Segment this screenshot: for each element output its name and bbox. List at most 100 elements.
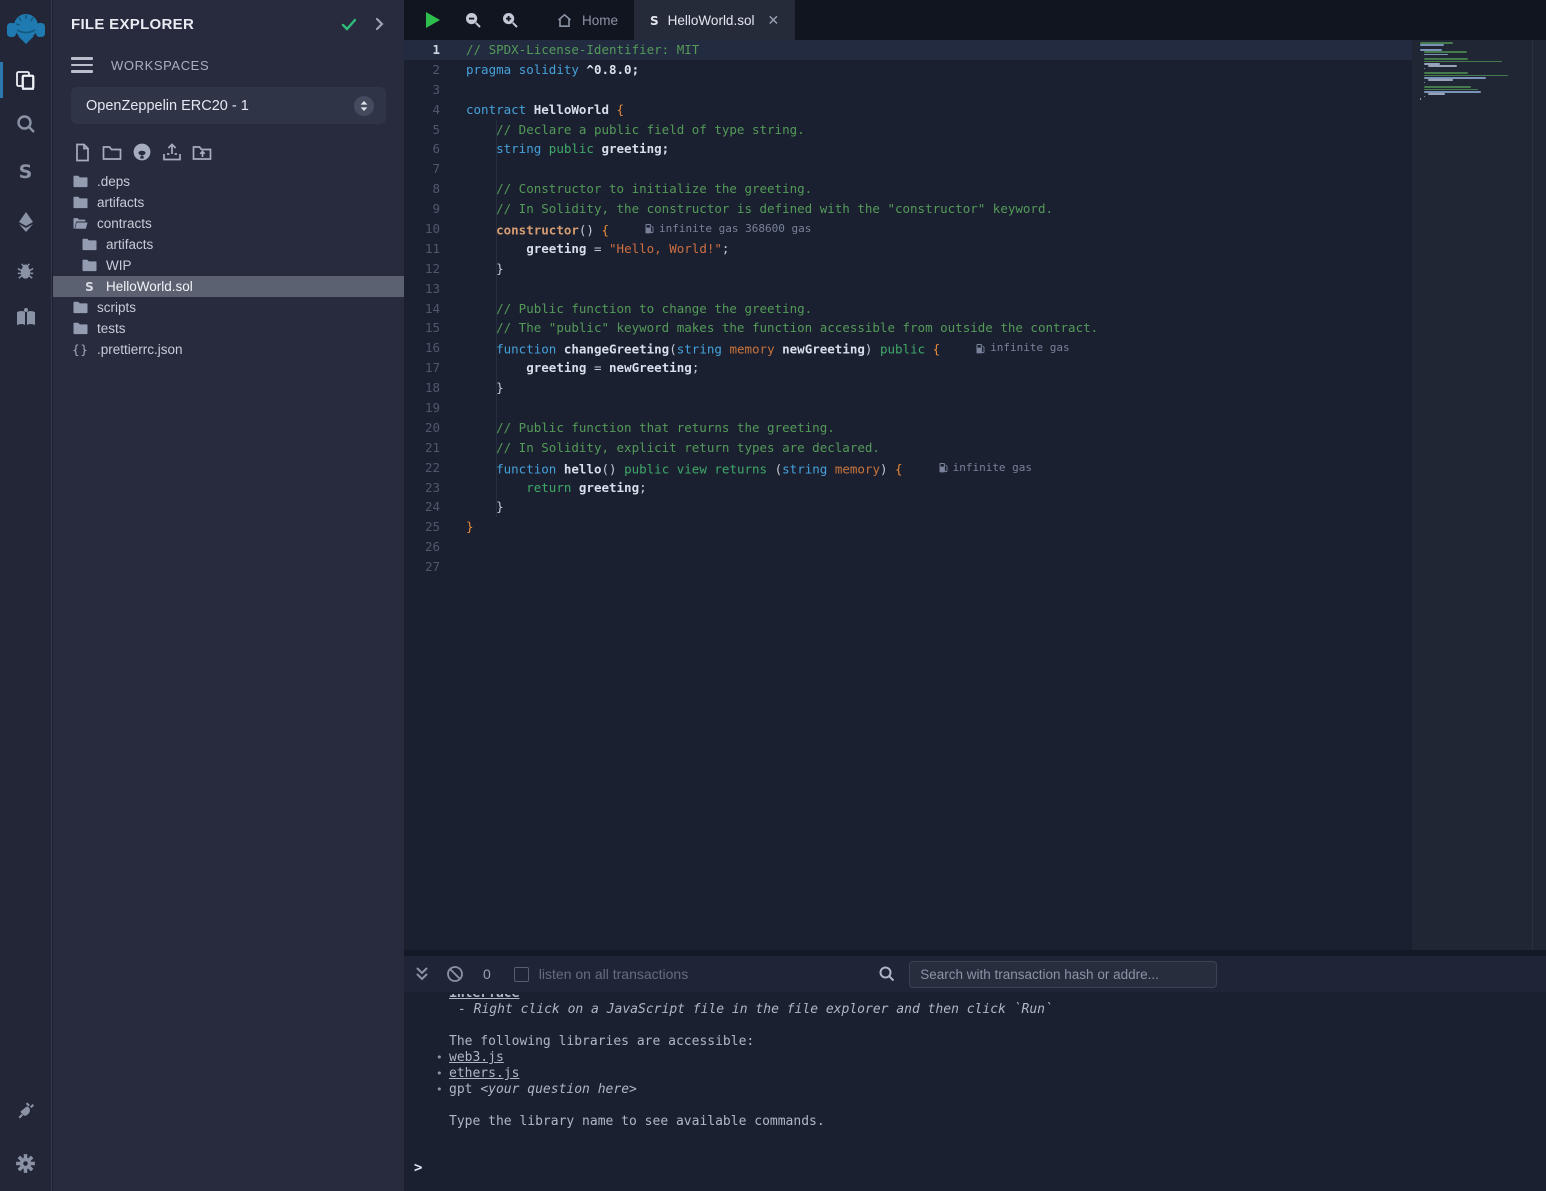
code-line-27[interactable]: 27 — [404, 557, 1412, 577]
workspaces-menu-icon[interactable] — [71, 57, 93, 73]
code-line-1[interactable]: 1// SPDX-License-Identifier: MIT — [404, 40, 1412, 60]
terminal-bullet-line: web3.js — [449, 1050, 1546, 1066]
terminal-line: Type the library name to see available c… — [449, 1114, 1546, 1130]
code-line-20[interactable]: 20 // Public function that returns the g… — [404, 418, 1412, 438]
debugger-icon[interactable] — [0, 248, 52, 292]
code-line-9[interactable]: 9 // In Solidity, the constructor is def… — [404, 199, 1412, 219]
code-line-5[interactable]: 5 // Declare a public field of type stri… — [404, 120, 1412, 140]
run-script-button[interactable] — [426, 12, 440, 28]
tree-item-helloworld-sol[interactable]: SHelloWorld.sol — [53, 276, 404, 297]
tree-item-deps[interactable]: .deps — [53, 171, 404, 192]
terminal-search-input[interactable] — [909, 961, 1217, 988]
minimap[interactable] — [1412, 40, 1546, 955]
code-editor[interactable]: 1// SPDX-License-Identifier: MIT2pragma … — [404, 40, 1412, 955]
folder-icon — [73, 322, 88, 335]
upload-file-icon[interactable] — [161, 141, 183, 163]
library-link-web3-js[interactable]: web3.js — [449, 1050, 504, 1065]
upload-folder-icon[interactable] — [191, 141, 213, 163]
tab-helloworld-sol[interactable]: SHelloWorld.sol✕ — [634, 0, 795, 40]
code-line-15[interactable]: 15 // The "public" keyword makes the fun… — [404, 318, 1412, 338]
code-line-19[interactable]: 19 — [404, 398, 1412, 418]
code-line-13[interactable]: 13 — [404, 279, 1412, 299]
zoom-in-icon[interactable] — [500, 10, 520, 30]
terminal-panel: 0 listen on all transactions interface- … — [404, 950, 1546, 1191]
code-line-6[interactable]: 6 string public greeting; — [404, 139, 1412, 159]
tab-home[interactable]: Home — [540, 0, 634, 40]
settings-gear-icon[interactable] — [0, 1141, 52, 1185]
code-line-11[interactable]: 11 greeting = "Hello, World!"; — [404, 239, 1412, 259]
terminal-lines: interface- Right click on a JavaScript f… — [404, 992, 1546, 1130]
line-content: // Public function that returns the gree… — [466, 418, 1412, 438]
terminal-bullet-line: ethers.js — [449, 1066, 1546, 1082]
expand-terminal-icon[interactable] — [415, 966, 429, 982]
library-link-ethers-js[interactable]: ethers.js — [449, 1066, 519, 1081]
tabs: Home SHelloWorld.sol✕ — [540, 0, 795, 40]
code-line-7[interactable]: 7 — [404, 159, 1412, 179]
line-content: // Declare a public field of type string… — [466, 120, 1412, 140]
line-content: // SPDX-License-Identifier: MIT — [466, 40, 1412, 60]
clear-console-icon[interactable] — [446, 965, 464, 983]
tree-item-artifacts[interactable]: artifacts — [53, 192, 404, 213]
deploy-and-run-icon[interactable] — [0, 200, 52, 244]
tree-item-contracts[interactable]: contracts — [53, 213, 404, 234]
gas-estimate-badge: infinite gas — [976, 338, 1069, 358]
code-line-16[interactable]: 16 function changeGreeting(string memory… — [404, 338, 1412, 358]
plugin-manager-icon[interactable] — [0, 1089, 52, 1133]
code-line-3[interactable]: 3 — [404, 80, 1412, 100]
panel-chevron-right-icon[interactable] — [372, 17, 386, 31]
terminal-line: The following libraries are accessible: — [449, 1034, 1546, 1050]
line-number: 1 — [404, 40, 466, 60]
line-content: } — [466, 259, 1412, 279]
code-line-22[interactable]: 22 function hello() public view returns … — [404, 458, 1412, 478]
tree-item-prettierrc-json[interactable]: {}.prettierrc.json — [53, 339, 404, 360]
code-line-17[interactable]: 17 greeting = newGreeting; — [404, 358, 1412, 378]
learneth-icon[interactable] — [0, 296, 52, 340]
code-line-24[interactable]: 24 } — [404, 497, 1412, 517]
code-line-23[interactable]: 23 return greeting; — [404, 478, 1412, 498]
workspace-select[interactable]: OpenZeppelin ERC20 - 1 — [71, 87, 386, 124]
remix-logo-icon[interactable] — [0, 0, 52, 58]
github-icon[interactable] — [131, 141, 153, 163]
minimap-line — [1424, 89, 1478, 91]
code-line-4[interactable]: 4contract HelloWorld { — [404, 100, 1412, 120]
code-line-18[interactable]: 18 } — [404, 378, 1412, 398]
tree-item-scripts[interactable]: scripts — [53, 297, 404, 318]
code-line-26[interactable]: 26 — [404, 537, 1412, 557]
line-content: } — [466, 497, 1412, 517]
terminal-prompt[interactable]: > — [414, 1160, 422, 1176]
line-number: 4 — [404, 100, 466, 120]
line-number: 11 — [404, 239, 466, 259]
new-file-icon[interactable] — [71, 141, 93, 163]
code-line-8[interactable]: 8 // Constructor to initialize the greet… — [404, 179, 1412, 199]
code-line-25[interactable]: 25} — [404, 517, 1412, 537]
new-folder-icon[interactable] — [101, 141, 123, 163]
file-explorer-icon[interactable] — [0, 58, 52, 102]
tree-item-wip[interactable]: WIP — [53, 255, 404, 276]
line-content: return greeting; — [466, 478, 1412, 498]
line-content: greeting = "Hello, World!"; — [466, 239, 1412, 259]
line-content: function changeGreeting(string memory ne… — [466, 338, 1412, 358]
tree-item-tests[interactable]: tests — [53, 318, 404, 339]
line-number: 17 — [404, 358, 466, 378]
code-line-21[interactable]: 21 // In Solidity, explicit return types… — [404, 438, 1412, 458]
code-line-12[interactable]: 12 } — [404, 259, 1412, 279]
minimap-line — [1420, 44, 1444, 46]
search-icon[interactable] — [0, 102, 52, 146]
panel-title: FILE EXPLORER — [71, 16, 326, 33]
gas-estimate-badge: infinite gas — [939, 458, 1032, 478]
close-tab-icon[interactable]: ✕ — [767, 12, 779, 29]
tree-item-artifacts[interactable]: artifacts — [53, 234, 404, 255]
accept-check-icon[interactable] — [340, 15, 358, 33]
code-line-2[interactable]: 2pragma solidity ^0.8.0; — [404, 60, 1412, 80]
tree-item-label: artifacts — [97, 195, 144, 210]
code-line-10[interactable]: 10 constructor() {infinite gas 368600 ga… — [404, 219, 1412, 239]
listen-transactions-checkbox[interactable] — [514, 967, 529, 982]
solidity-icon: S — [82, 280, 97, 294]
solidity-compiler-icon[interactable]: S — [0, 150, 52, 194]
line-number: 9 — [404, 199, 466, 219]
line-number: 15 — [404, 318, 466, 338]
code-line-14[interactable]: 14 // Public function to change the gree… — [404, 299, 1412, 319]
tab-label: Home — [582, 13, 618, 28]
zoom-out-icon[interactable] — [463, 10, 483, 30]
terminal-output[interactable]: interface- Right click on a JavaScript f… — [404, 992, 1546, 1185]
